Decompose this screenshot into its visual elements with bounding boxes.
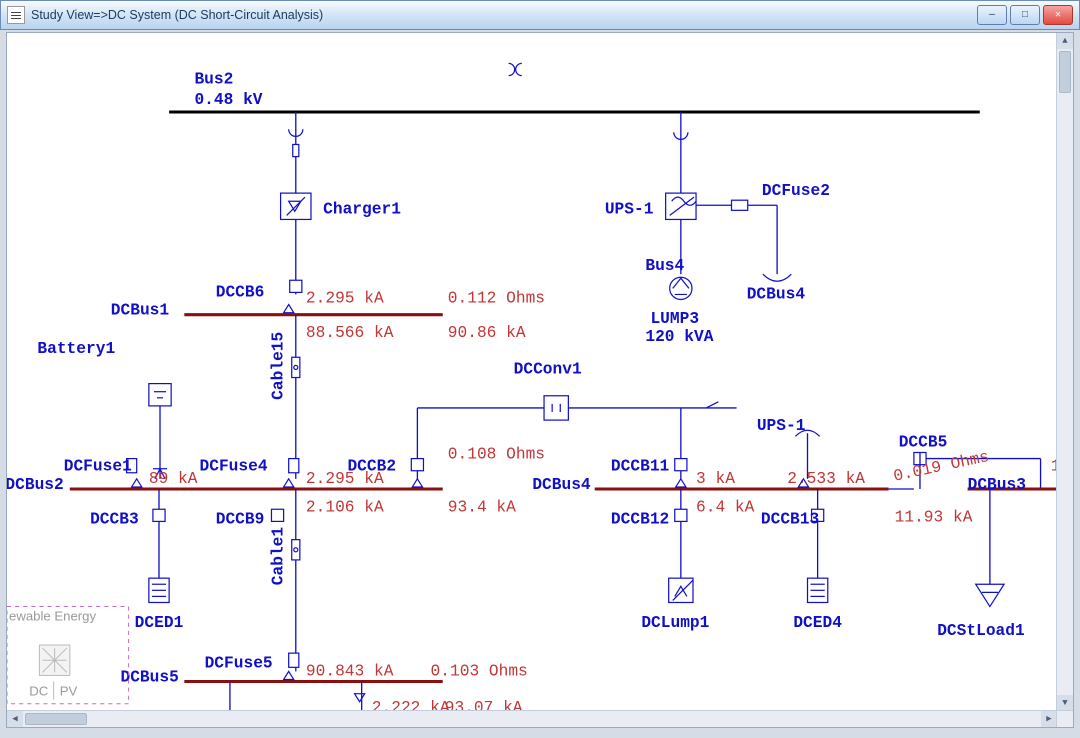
dcbus2-ileft: 89 kA xyxy=(149,470,198,488)
scroll-up-button[interactable]: ▲ xyxy=(1057,33,1073,49)
dcfuse5-symbol[interactable] xyxy=(289,653,299,667)
dccb2-symbol[interactable] xyxy=(411,459,423,471)
dcbus2-imid: 2.295 kA xyxy=(306,470,384,488)
dcconv1-label: DCConv1 xyxy=(514,360,582,378)
dcbus1-iin: 2.295 kA xyxy=(306,290,384,308)
scroll-left-button[interactable]: ◀ xyxy=(7,711,23,727)
dcbus4-top-label: DCBus4 xyxy=(747,285,806,303)
dccb3-symbol[interactable] xyxy=(153,509,165,521)
dccb6-label: DCCB6 xyxy=(216,283,265,301)
scroll-corner xyxy=(1056,710,1073,727)
dcbus4-label: DCBus4 xyxy=(532,476,591,494)
diagram-canvas[interactable]: Bus2 0.48 kV Charger1 UPS-1 DCFuse2 xyxy=(6,32,1074,728)
ups1b-label: UPS-1 xyxy=(757,417,806,435)
dcfuse2-symbol[interactable] xyxy=(732,200,748,210)
dcfuse5-label: DCFuse5 xyxy=(205,654,273,672)
horizontal-scrollbar[interactable]: ◀ ▶ xyxy=(7,710,1057,727)
dcfuse1-label: DCFuse1 xyxy=(64,458,132,476)
window-title: Study View=>DC System (DC Short-Circuit … xyxy=(31,8,977,22)
dcfuse4-symbol[interactable] xyxy=(289,459,299,473)
dcbus1-label: DCBus1 xyxy=(111,302,170,320)
dccb6-symbol[interactable] xyxy=(290,280,302,292)
ups1-label: UPS-1 xyxy=(605,200,654,218)
dclump1-symbol[interactable] xyxy=(669,578,693,602)
dcfuse4-label: DCFuse4 xyxy=(200,458,268,476)
dcbus5-iin: 90.843 kA xyxy=(306,662,394,680)
renewable-label: ewable Energy xyxy=(9,609,96,624)
lump3-label: LUMP3 xyxy=(650,310,699,328)
charger1-label: Charger1 xyxy=(323,200,401,218)
dccb11-label: DCCB11 xyxy=(611,458,670,476)
dcbus5-ohms: 0.103 Ohms xyxy=(431,662,528,680)
dcfuse2-label: DCFuse2 xyxy=(762,182,830,200)
bus2-kv: 0.48 kV xyxy=(194,91,262,109)
dcbus5-label: DCBus5 xyxy=(120,669,178,687)
scroll-down-button[interactable]: ▼ xyxy=(1057,695,1073,711)
dcstload1-label: DCStLoad1 xyxy=(937,622,1025,640)
single-line-diagram[interactable]: Bus2 0.48 kV Charger1 UPS-1 DCFuse2 xyxy=(7,33,1073,722)
dcbus1-ibranch: 88.566 kA xyxy=(306,324,394,342)
dcbus2-ibranch: 2.106 kA xyxy=(306,498,384,516)
dccb3-label: DCCB3 xyxy=(90,510,139,528)
cable15-label: Cable15 xyxy=(270,332,288,400)
lump3-rating: 120 kVA xyxy=(645,328,713,346)
dcbus3-label: DCBus3 xyxy=(968,476,1026,494)
dccb12-symbol[interactable] xyxy=(675,509,687,521)
maximize-button[interactable]: □ xyxy=(1010,5,1040,25)
scroll-right-button[interactable]: ▶ xyxy=(1041,711,1057,727)
dcconv1-symbol[interactable] xyxy=(544,396,568,420)
dcbus4-top-symbol[interactable] xyxy=(763,274,791,281)
toolbox-dc: DC xyxy=(29,684,48,699)
dccb11-symbol[interactable] xyxy=(675,459,687,471)
cable1-label: Cable1 xyxy=(270,527,288,586)
dcbus2-ohms: 0.108 Ohms xyxy=(448,446,545,464)
dcstload1-symbol[interactable] xyxy=(976,584,1004,606)
toolbox-pv: PV xyxy=(60,684,78,699)
dccb9-label: DCCB9 xyxy=(216,510,265,528)
dcbus3-ifault: 11.93 kA xyxy=(895,508,973,526)
title-bar: Study View=>DC System (DC Short-Circuit … xyxy=(0,0,1080,30)
dcbus4-ibelow: 6.4 kA xyxy=(696,498,755,516)
bus2-label: Bus2 xyxy=(194,71,233,89)
battery1-label: Battery1 xyxy=(37,340,115,358)
dcbus2-ifault: 93.4 kA xyxy=(448,498,516,516)
scroll-thumb-vertical[interactable] xyxy=(1059,51,1071,93)
battery1-symbol[interactable] xyxy=(149,384,171,406)
dcbus1-ohms: 0.112 Ohms xyxy=(448,290,545,308)
close-button[interactable]: ✕ xyxy=(1043,5,1073,25)
dced1-label: DCED1 xyxy=(135,614,184,632)
bus4-label: Bus4 xyxy=(645,257,684,275)
scroll-thumb-horizontal[interactable] xyxy=(25,713,87,725)
dced4-label: DCED4 xyxy=(793,614,842,632)
dccb5-label: DCCB5 xyxy=(899,433,948,451)
dccb13-label: DCCB13 xyxy=(761,510,819,528)
app-icon xyxy=(7,6,25,24)
dcbus1-ifault: 90.86 kA xyxy=(448,324,526,342)
dclump1-label: DCLump1 xyxy=(641,614,709,632)
dccb9-symbol[interactable] xyxy=(271,509,283,521)
dcbus2-label-left: DCBus2 xyxy=(7,476,64,494)
dcbus4-ir1: 3 kA xyxy=(696,470,735,488)
minimize-button[interactable]: — xyxy=(977,5,1007,25)
vertical-scrollbar[interactable]: ▲ ▼ xyxy=(1056,33,1073,711)
dccb12-label: DCCB12 xyxy=(611,510,669,528)
